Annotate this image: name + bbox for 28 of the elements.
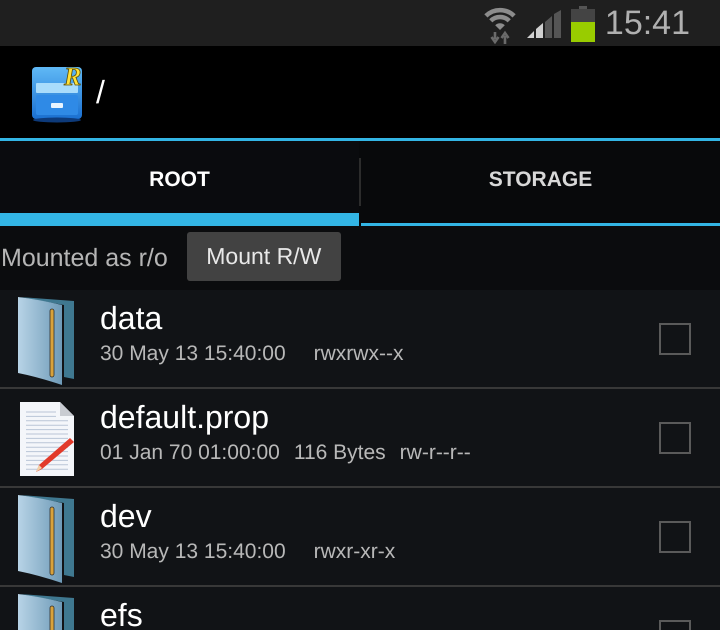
- file-row[interactable]: default.prop 01 Jan 70 01:00:00 116 Bytes rw-r--r--: [0, 389, 720, 488]
- file-name: default.prop: [100, 398, 270, 436]
- file-size: 116 Bytes: [294, 440, 386, 466]
- file-row[interactable]: dev 30 May 13 15:40:00 rwxr-xr-x: [0, 488, 720, 587]
- file-date: 30 May 13 15:40:00: [100, 539, 286, 565]
- signal-icon: [526, 10, 561, 38]
- checkbox[interactable]: [659, 323, 691, 355]
- file-name: efs: [100, 596, 143, 630]
- mount-button[interactable]: Mount R/W: [186, 232, 341, 280]
- file-name: data: [100, 299, 162, 337]
- checkbox[interactable]: [659, 422, 691, 454]
- file-permissions: rw-r--r--: [400, 440, 471, 466]
- file-row[interactable]: data 30 May 13 15:40:00 rwxrwx--x: [0, 290, 720, 389]
- file-name: dev: [100, 497, 152, 535]
- status-time: 15:41: [604, 3, 690, 43]
- file-permissions: rwxrwx--x: [314, 341, 404, 367]
- text-file-icon: [18, 402, 76, 476]
- current-path: /: [96, 74, 105, 110]
- battery-icon: [570, 6, 595, 42]
- file-date: 30 May 13 15:40:00: [100, 341, 286, 367]
- file-permissions: rwxr-xr-x: [314, 539, 396, 565]
- wifi-icon: [482, 6, 517, 44]
- folder-icon: [16, 295, 74, 385]
- mount-status: Mounted as r/o: [1, 244, 168, 272]
- folder-icon: [16, 493, 74, 583]
- file-row[interactable]: efs: [0, 587, 720, 630]
- file-date: 01 Jan 70 01:00:00: [100, 440, 280, 466]
- checkbox[interactable]: [659, 521, 691, 553]
